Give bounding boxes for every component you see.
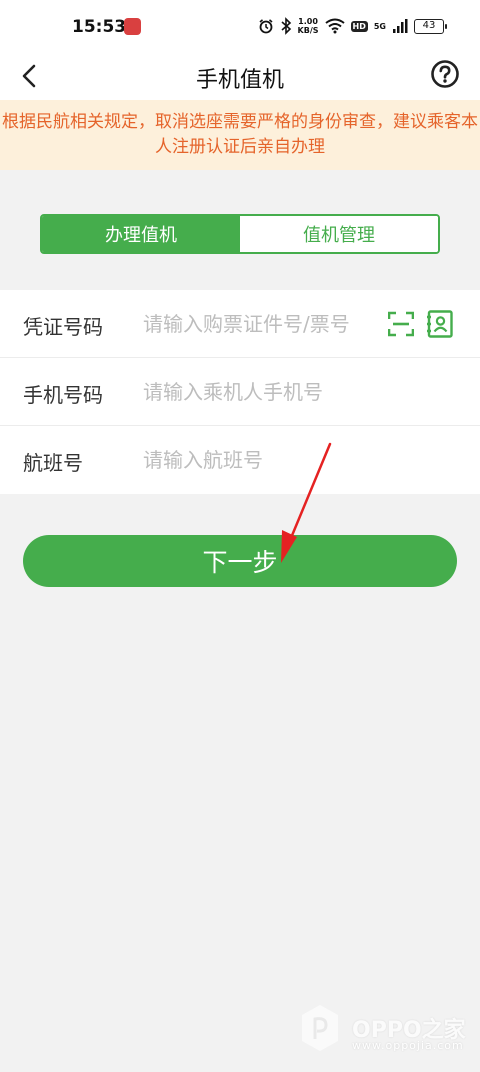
tab-check-in-management[interactable]: 值机管理 (240, 216, 438, 252)
contact-book-icon[interactable] (426, 310, 453, 338)
tab-check-in[interactable]: 办理值机 (42, 216, 240, 252)
network-speed-unit: KB/S (297, 26, 319, 35)
status-indicators: 1.00 KB/S HD 5G 43 (258, 14, 447, 38)
ticket-number-label: 凭证号码 (23, 315, 103, 339)
ticket-number-row: 凭证号码 (0, 290, 480, 358)
network-speed: 1.00 KB/S (298, 17, 319, 35)
brand-logo-icon (302, 1005, 338, 1051)
phone-number-label: 手机号码 (23, 383, 103, 407)
bluetooth-icon (281, 17, 291, 35)
flight-number-input[interactable] (143, 444, 373, 476)
next-step-button[interactable]: 下一步 (23, 535, 457, 587)
alarm-icon (259, 19, 273, 34)
status-bar: 15:53 1.00 KB/S HD 5G 43 (0, 0, 480, 52)
scan-icon[interactable] (388, 311, 414, 337)
phone-number-row: 手机号码 (0, 358, 480, 426)
question-circle-icon[interactable] (430, 59, 460, 89)
wifi-icon (324, 18, 345, 34)
check-in-form: 凭证号码 手机号码 航班号 (0, 290, 480, 494)
check-in-tabs: 办理值机 值机管理 (40, 214, 440, 254)
nav-bar: 手机值机 (0, 52, 480, 100)
battery-indicator: 43 (414, 18, 447, 34)
flight-number-row: 航班号 (0, 426, 480, 494)
ticket-number-input[interactable] (143, 308, 373, 340)
app-notification-icon (124, 18, 141, 35)
watermark-url: www.oppojia.com (352, 1039, 464, 1052)
signal-5g-label: 5G (373, 21, 386, 31)
signal-icon (393, 19, 408, 33)
flight-number-label: 航班号 (23, 451, 83, 475)
hd-badge: HD (350, 20, 368, 32)
notice-banner: 根据民航相关规定，取消选座需要严格的身份审查，建议乘客本人注册认证后亲自办理 (0, 100, 480, 170)
page-title: 手机值机 (195, 68, 284, 93)
status-time: 15:53 (72, 17, 127, 37)
network-speed-value: 1.00 (298, 17, 318, 26)
phone-number-input[interactable] (143, 376, 373, 408)
